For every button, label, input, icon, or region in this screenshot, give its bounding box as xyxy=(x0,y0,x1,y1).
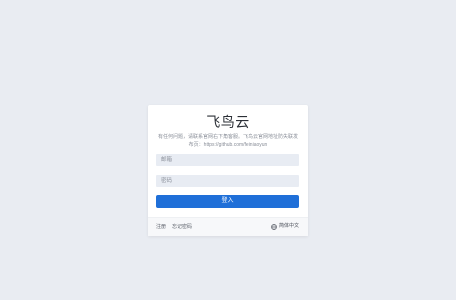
globe-icon xyxy=(271,223,278,230)
language-label: 简体中文 xyxy=(278,223,299,229)
email-field[interactable] xyxy=(156,154,299,166)
login-button[interactable]: 登入 xyxy=(156,195,299,208)
register-link[interactable]: 注册 xyxy=(156,224,166,231)
language-switch[interactable]: 简体中文 xyxy=(271,223,299,230)
password-field[interactable] xyxy=(156,175,299,187)
card-footer: 注册 忘记密码 简体中文 xyxy=(148,217,308,236)
login-card: 飞鸟云 有任何问题，请联系官网右下角客服。飞鸟云官网地址防失联发布页：https… xyxy=(148,105,308,236)
brand-title: 飞鸟云 xyxy=(206,114,250,130)
login-page: 飞鸟云 有任何问题，请联系官网右下角客服。飞鸟云官网地址防失联发布页：https… xyxy=(0,0,456,300)
notice-text: 有任何问题，请联系官网右下角客服。飞鸟云官网地址防失联发布页：https://g… xyxy=(157,134,298,148)
forgot-password-link[interactable]: 忘记密码 xyxy=(172,224,192,231)
